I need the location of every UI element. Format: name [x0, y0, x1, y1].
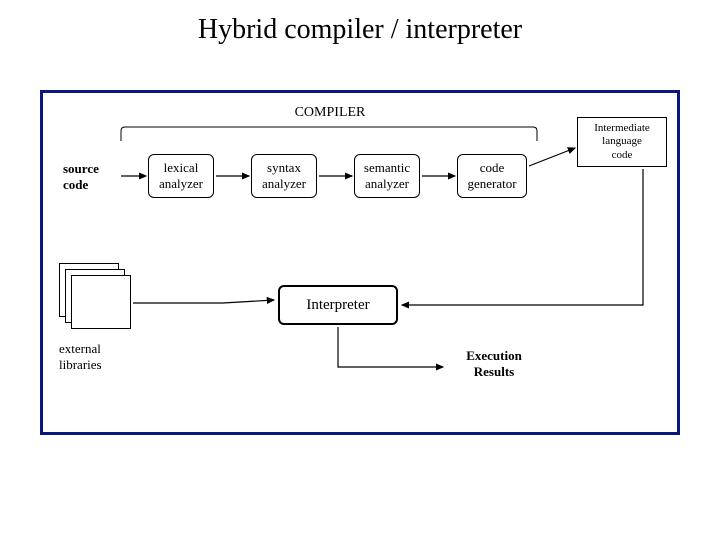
execution-results-label: ExecutionResults [449, 348, 539, 379]
intermediate-code-box: Intermediatelanguagecode [577, 117, 667, 167]
diagram-frame: COMPILER sourcecode lexicalanalyzer synt… [40, 90, 680, 435]
compiler-section-label: COMPILER [43, 105, 617, 121]
external-libraries-label: externallibraries [59, 341, 139, 372]
lexical-analyzer-box: lexicalanalyzer [148, 154, 214, 198]
code-generator-box: codegenerator [457, 154, 527, 198]
page-title: Hybrid compiler / interpreter [0, 14, 720, 46]
interpreter-box: Interpreter [278, 285, 398, 325]
source-code-label: sourcecode [63, 161, 123, 192]
syntax-analyzer-box: syntaxanalyzer [251, 154, 317, 198]
library-stack-front [71, 275, 131, 329]
semantic-analyzer-box: semanticanalyzer [354, 154, 420, 198]
